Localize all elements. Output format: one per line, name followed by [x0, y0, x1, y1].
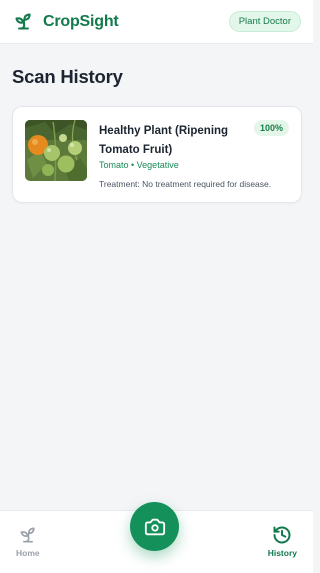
- nav-history-label: History: [267, 548, 297, 558]
- brand[interactable]: CropSight: [13, 11, 119, 32]
- nav-home-label: Home: [16, 548, 40, 558]
- app-screen: CropSight Plant Doctor Scan History Heal…: [0, 0, 313, 573]
- page-title: Scan History: [12, 66, 123, 87]
- scan-history-card[interactable]: Healthy Plant (Ripening Tomato Fruit) 10…: [12, 106, 302, 203]
- treatment-summary: Treatment: No treatment required for dis…: [99, 179, 272, 189]
- camera-icon: [144, 518, 165, 535]
- diagnosis-title: Healthy Plant (Ripening Tomato Fruit): [99, 125, 229, 156]
- tomato-plant-thumbnail: [25, 120, 87, 181]
- nav-history[interactable]: History: [268, 525, 297, 558]
- sprout-icon: [15, 13, 31, 30]
- nav-home[interactable]: Home: [16, 525, 40, 558]
- app-header: CropSight Plant Doctor: [0, 0, 313, 44]
- scan-camera-button[interactable]: [130, 502, 179, 551]
- plant-doctor-badge[interactable]: Plant Doctor: [228, 11, 301, 32]
- confidence-badge: 100%: [253, 120, 289, 136]
- sprout-icon: [20, 527, 35, 543]
- history-icon: [273, 526, 291, 544]
- crop-stage-meta: Tomato • Vegetative: [99, 160, 179, 170]
- app-name: CropSight: [43, 12, 119, 30]
